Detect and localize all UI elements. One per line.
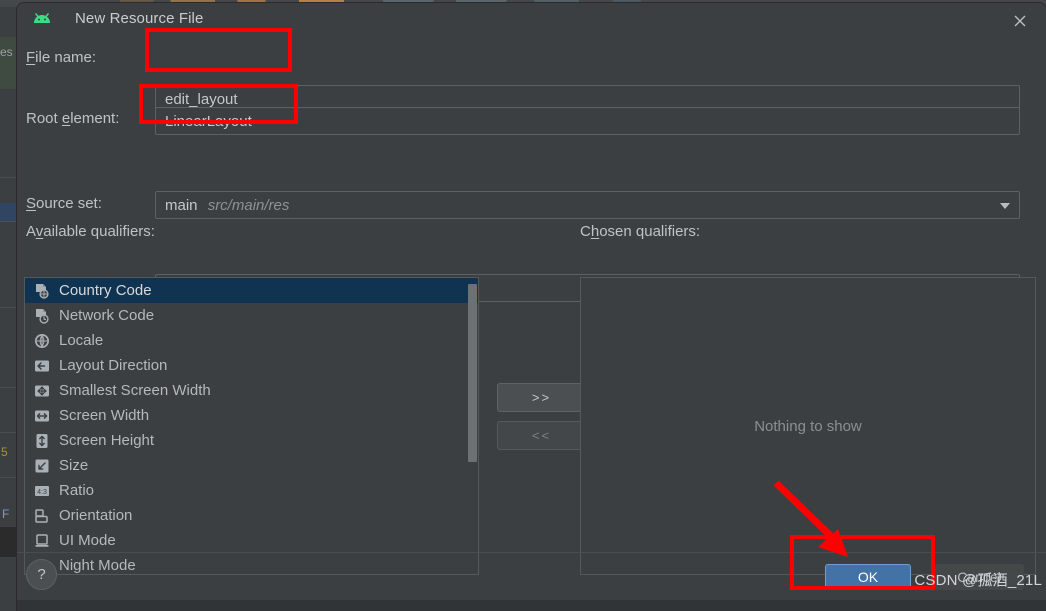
qualifier-row[interactable]: Locale <box>25 328 478 353</box>
qualifier-label: Smallest Screen Width <box>59 382 211 399</box>
layout-direction-arrow-icon <box>33 357 51 375</box>
available-label-pre: A <box>26 223 36 240</box>
new-resource-file-dialog: New Resource File File name: edit_layout… <box>17 3 1046 611</box>
help-button[interactable]: ? <box>26 559 57 590</box>
chosen-label-post: osen qualifiers: <box>599 223 701 240</box>
qualifier-row[interactable]: UI Mode <box>25 528 478 553</box>
qualifier-row[interactable]: Orientation <box>25 503 478 528</box>
size-icon <box>33 457 51 475</box>
remove-qualifier-button[interactable]: << <box>497 421 586 450</box>
file-name-label-text: ile name: <box>35 49 97 66</box>
qualifier-label: Layout Direction <box>59 357 168 374</box>
chosen-label-mnemonic: h <box>590 223 600 240</box>
qualifier-label: Orientation <box>59 507 133 524</box>
form-row-source-set: Source set: main src/main/res <box>17 125 1046 219</box>
qualifier-label: Network Code <box>59 307 155 324</box>
qualifier-label: Country Code <box>59 282 152 299</box>
ide-fragment-es: es <box>0 45 13 59</box>
ide-fragment-f: F <box>2 507 10 521</box>
qualifier-row[interactable]: Night Mode <box>25 553 478 574</box>
chosen-qualifiers-label: Chosen qualifiers: <box>580 223 700 240</box>
network-code-icon <box>33 307 51 325</box>
watermark: CSDN @孤酒_21L <box>914 572 1042 589</box>
footer-divider <box>17 552 1046 553</box>
qualifier-row[interactable]: Country Code <box>25 278 478 303</box>
available-label-post: ailable qualifiers: <box>43 223 155 240</box>
file-name-mnemonic: F <box>26 49 36 66</box>
qualifier-row[interactable]: Network Code <box>25 303 478 328</box>
chosen-label-pre: C <box>580 223 591 240</box>
qualifier-row[interactable]: Screen Height <box>25 428 478 453</box>
android-icon <box>32 12 52 25</box>
qualifiers-scrollbar[interactable] <box>467 278 478 574</box>
close-icon[interactable] <box>1006 8 1034 34</box>
qualifier-row[interactable]: Smallest Screen Width <box>25 378 478 403</box>
dialog-title: New Resource File <box>75 10 204 27</box>
form-row-root-element: Root element: LinearLayout <box>17 81 1046 135</box>
qualifier-row[interactable]: 4:3 Ratio <box>25 478 478 503</box>
dialog-titlebar: New Resource File <box>17 3 1046 37</box>
qualifiers-scrollbar-thumb[interactable] <box>468 284 477 462</box>
qualifier-label: Night Mode <box>59 557 136 574</box>
ui-mode-icon <box>33 532 51 550</box>
smallest-screen-width-icon <box>33 382 51 400</box>
screen-width-icon <box>33 407 51 425</box>
qualifier-row[interactable]: Layout Direction <box>25 353 478 378</box>
qualifier-label: Size <box>59 457 89 474</box>
available-qualifiers-label: Available qualifiers: <box>26 223 155 240</box>
screenshot-root: es 5 F New Resource File File name: edit… <box>0 0 1046 611</box>
qualifier-label: Screen Width <box>59 407 150 424</box>
ok-button[interactable]: OK <box>825 564 911 590</box>
form-row-directory-name: Directory name: layout <box>17 169 1046 302</box>
form-row-file-name: File name: edit_layout <box>17 37 1046 113</box>
ide-fragment-number: 5 <box>1 445 8 459</box>
qualifier-label: Screen Height <box>59 432 155 449</box>
qualifier-label: Ratio <box>59 482 95 499</box>
country-code-icon <box>33 282 51 300</box>
locale-globe-icon <box>33 332 51 350</box>
orientation-icon <box>33 507 51 525</box>
qualifier-label: Locale <box>59 332 104 349</box>
qualifier-row[interactable]: Screen Width <box>25 403 478 428</box>
empty-state-message: Nothing to show <box>754 417 862 435</box>
available-qualifiers-list[interactable]: Country Code Network Code Locale Layout Dir… <box>24 277 479 575</box>
ratio-icon: 4:3 <box>33 482 51 500</box>
add-qualifier-button[interactable]: >> <box>497 383 586 412</box>
dialog-bottom-shadow <box>17 600 1046 611</box>
qualifier-row[interactable]: Size <box>25 453 478 478</box>
qualifier-label: UI Mode <box>59 532 116 549</box>
form-area: File name: edit_layout Root element: Lin… <box>17 37 1046 575</box>
file-name-label: File name: <box>26 49 96 66</box>
chosen-qualifiers-list[interactable]: Nothing to show <box>580 277 1036 575</box>
screen-height-icon <box>33 432 51 450</box>
svg-text:4:3: 4:3 <box>37 489 47 496</box>
